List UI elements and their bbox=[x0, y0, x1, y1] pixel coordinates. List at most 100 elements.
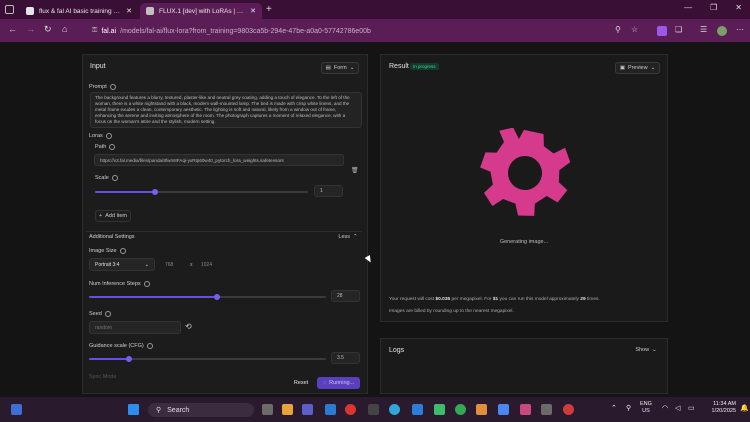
loading-icon: ◌ bbox=[322, 380, 327, 386]
edge-icon[interactable] bbox=[389, 404, 400, 415]
input-title: Input bbox=[90, 63, 106, 70]
preview-label: Preview bbox=[628, 65, 648, 71]
less-button[interactable]: Less ⌃ bbox=[336, 232, 360, 242]
tab-close-icon[interactable]: ✕ bbox=[250, 7, 256, 15]
height-input[interactable]: 1024 bbox=[196, 258, 224, 271]
task-view-icon[interactable] bbox=[262, 404, 273, 415]
run-button[interactable]: ◌ Running... bbox=[317, 377, 360, 389]
favorites-icon[interactable]: ☰ bbox=[700, 25, 707, 34]
profile-avatar[interactable] bbox=[717, 26, 727, 36]
sync-mode-text: Sync Mode bbox=[89, 374, 117, 380]
browser-tab-flux-lora[interactable]: FLUX.1 [dev] with LoRAs | Text t... ✕ bbox=[140, 3, 262, 19]
image-size-select[interactable]: Portrait 3:4 ⌄ bbox=[89, 258, 155, 271]
taskbar-search[interactable]: ⚲ Search bbox=[148, 403, 254, 417]
preview-mode-button[interactable]: ▣ Preview ⌄ bbox=[615, 62, 660, 74]
guidance-label-text: Guidance scale (CFG) bbox=[89, 343, 144, 349]
notion-icon[interactable] bbox=[368, 404, 379, 415]
info-icon[interactable] bbox=[105, 133, 112, 139]
width-input[interactable]: 768 bbox=[160, 258, 187, 271]
zoom-icon[interactable]: ⚲ bbox=[615, 25, 621, 34]
guidance-slider[interactable] bbox=[89, 356, 326, 362]
steps-value-input[interactable]: 28 bbox=[331, 290, 360, 302]
location-icon[interactable]: ⚲ bbox=[626, 405, 631, 412]
tab-actions-icon[interactable] bbox=[5, 5, 14, 14]
lang-top: ENG bbox=[640, 401, 652, 407]
info-icon[interactable] bbox=[109, 84, 116, 90]
start-icon[interactable] bbox=[128, 404, 139, 415]
browser-tab-training[interactable]: flux & fal AI basic training Lo... ✕ bbox=[20, 3, 138, 19]
url-field[interactable]: ⚿ fal.ai/models/fal-ai/flux-lora?from_tr… bbox=[86, 24, 650, 38]
guidance-label: Guidance scale (CFG) bbox=[89, 343, 153, 349]
info-icon[interactable] bbox=[119, 248, 126, 254]
close-window-icon[interactable]: ✕ bbox=[735, 3, 742, 12]
wifi-icon[interactable]: ◠ bbox=[662, 405, 668, 412]
scale-value-input[interactable]: 1 bbox=[314, 185, 343, 197]
result-title: Result bbox=[389, 63, 409, 70]
form-mode-button[interactable]: ▤ Form ⌄ bbox=[321, 62, 359, 74]
sync-mode-label: Sync Mode bbox=[89, 374, 117, 380]
menu-icon[interactable]: ⋯ bbox=[736, 25, 744, 34]
app-icon[interactable] bbox=[563, 404, 574, 415]
language-indicator[interactable]: ENG US bbox=[640, 401, 652, 415]
app-icon[interactable] bbox=[412, 404, 423, 415]
copilot-icon[interactable] bbox=[282, 404, 293, 415]
reload-icon[interactable]: ↻ bbox=[44, 24, 52, 35]
app-icon[interactable] bbox=[541, 404, 552, 415]
site-info-icon[interactable]: ⚿ bbox=[92, 27, 97, 35]
chevron-down-icon: ⌄ bbox=[144, 261, 149, 268]
back-icon[interactable]: ← bbox=[8, 24, 17, 34]
info-icon[interactable] bbox=[109, 144, 116, 150]
chevron-down-icon: ⌄ bbox=[650, 65, 656, 71]
info-icon[interactable] bbox=[111, 175, 118, 181]
extension-icon[interactable] bbox=[657, 26, 667, 36]
collections-icon[interactable]: ❏ bbox=[675, 25, 682, 34]
app-icon[interactable] bbox=[476, 404, 487, 415]
steps-slider-knob[interactable] bbox=[213, 294, 220, 300]
logs-show-button[interactable]: Show ⌄ bbox=[633, 345, 659, 355]
guidance-value-input[interactable]: 3.5 bbox=[331, 352, 360, 364]
maximize-icon[interactable]: ❐ bbox=[710, 3, 717, 12]
info-icon[interactable] bbox=[104, 311, 111, 317]
minimize-icon[interactable]: — bbox=[684, 3, 692, 12]
app-icon[interactable] bbox=[325, 404, 336, 415]
battery-icon[interactable]: ▭ bbox=[688, 405, 695, 412]
tab-close-icon[interactable]: ✕ bbox=[126, 7, 132, 15]
forward-icon[interactable]: → bbox=[26, 24, 35, 34]
opera-icon[interactable] bbox=[345, 404, 356, 415]
randomize-seed-icon[interactable]: ⟲ bbox=[185, 322, 192, 331]
scale-slider-knob[interactable] bbox=[151, 189, 158, 195]
widgets-icon[interactable] bbox=[11, 404, 22, 415]
steps-slider[interactable] bbox=[89, 294, 326, 300]
new-tab-icon[interactable]: + bbox=[266, 4, 272, 15]
info-icon[interactable] bbox=[143, 281, 150, 287]
info-icon[interactable] bbox=[146, 343, 153, 349]
notification-icon[interactable]: 🔔 bbox=[740, 405, 749, 412]
favorite-star-icon[interactable]: ☆ bbox=[631, 25, 638, 34]
logs-panel bbox=[380, 338, 668, 394]
add-item-button[interactable]: + Add item bbox=[95, 210, 131, 222]
reset-label: Reset bbox=[293, 380, 309, 386]
image-size-value: Portrait 3:4 bbox=[95, 261, 120, 268]
teams-icon[interactable] bbox=[302, 404, 313, 415]
scale-label: Scale bbox=[95, 175, 118, 181]
app-icon[interactable] bbox=[498, 404, 509, 415]
prompt-label: Prompt bbox=[89, 84, 116, 90]
cost-mid: per megapixel. For bbox=[450, 297, 493, 302]
tray-chevron-icon[interactable]: ⌃ bbox=[611, 405, 617, 412]
seed-input[interactable]: random bbox=[89, 321, 181, 334]
image-size-label: Image Size bbox=[89, 248, 126, 254]
form-icon: ▤ bbox=[325, 65, 331, 71]
app-icon[interactable] bbox=[434, 404, 445, 415]
home-icon[interactable]: ⌂ bbox=[62, 24, 67, 34]
lora-path-input[interactable]: https://v3.fal.media/files/panda/8fwm8FA… bbox=[94, 154, 344, 166]
prompt-textarea[interactable]: The background features a blurry, textur… bbox=[90, 92, 362, 128]
clock[interactable]: 11:34 AM 1/20/2025 bbox=[700, 401, 736, 415]
reset-button[interactable]: Reset bbox=[288, 377, 314, 389]
app-icon[interactable] bbox=[520, 404, 531, 415]
scale-slider[interactable] bbox=[95, 189, 308, 195]
volume-icon[interactable]: ◁ bbox=[675, 405, 680, 412]
clock-date: 1/20/2025 bbox=[711, 408, 736, 414]
chrome-icon[interactable] bbox=[455, 404, 466, 415]
delete-icon[interactable]: 🗑 bbox=[351, 167, 359, 174]
logs-title: Logs bbox=[389, 347, 405, 354]
